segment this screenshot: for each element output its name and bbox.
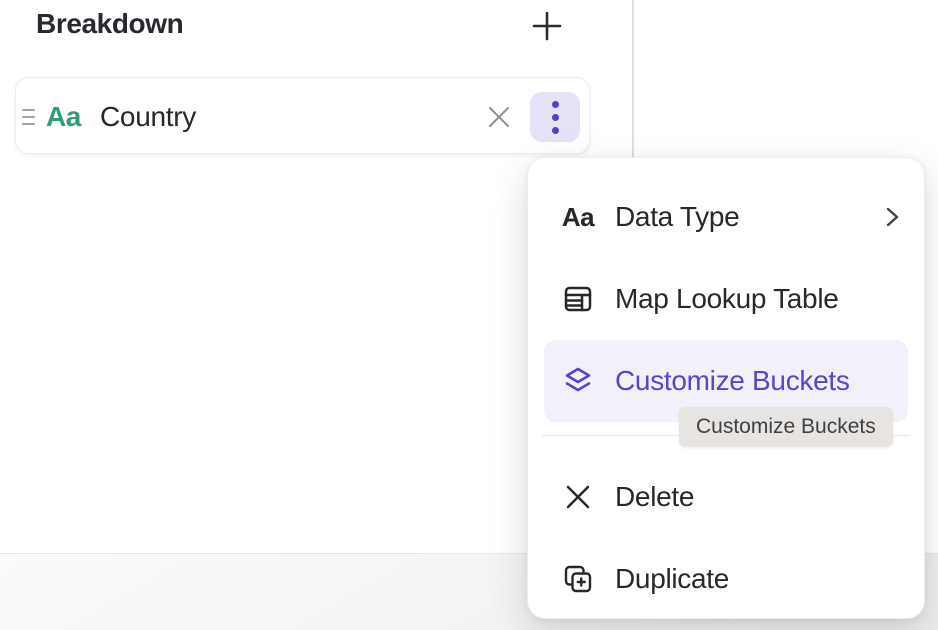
copy-plus-icon xyxy=(561,563,595,595)
layers-icon xyxy=(561,365,595,397)
remove-field-button[interactable] xyxy=(481,99,517,135)
chevron-right-icon xyxy=(885,205,900,229)
menu-item-label: Customize Buckets xyxy=(615,365,850,397)
menu-item-data-type[interactable]: Aa Data Type xyxy=(528,176,924,258)
field-context-menu: Aa Data Type Map Lookup Table xyxy=(527,157,925,619)
menu-item-label: Map Lookup Table xyxy=(615,283,839,315)
app-window: Breakdown Aa Country Aa Data Type xyxy=(0,0,938,630)
field-menu-button[interactable] xyxy=(530,92,580,142)
menu-item-duplicate[interactable]: Duplicate xyxy=(528,538,924,620)
x-icon xyxy=(487,105,511,129)
menu-item-label: Data Type xyxy=(615,201,739,233)
breakdown-field-card[interactable]: Aa Country xyxy=(15,77,590,154)
menu-item-map-lookup-table[interactable]: Map Lookup Table xyxy=(528,258,924,340)
field-name: Country xyxy=(100,102,196,132)
add-breakdown-button[interactable] xyxy=(528,8,566,44)
kebab-vertical-icon xyxy=(552,101,559,108)
text-type-icon: Aa xyxy=(561,202,595,233)
menu-item-label: Duplicate xyxy=(615,563,729,595)
drag-handle-icon[interactable] xyxy=(22,105,38,129)
tooltip: Customize Buckets xyxy=(679,407,893,447)
menu-item-delete[interactable]: Delete xyxy=(528,456,924,538)
menu-item-label: Delete xyxy=(615,481,694,513)
page-title: Breakdown xyxy=(36,8,183,40)
plus-icon xyxy=(532,11,562,41)
data-type-badge: Aa xyxy=(46,100,81,134)
table-icon xyxy=(561,283,595,315)
x-icon xyxy=(561,484,595,510)
